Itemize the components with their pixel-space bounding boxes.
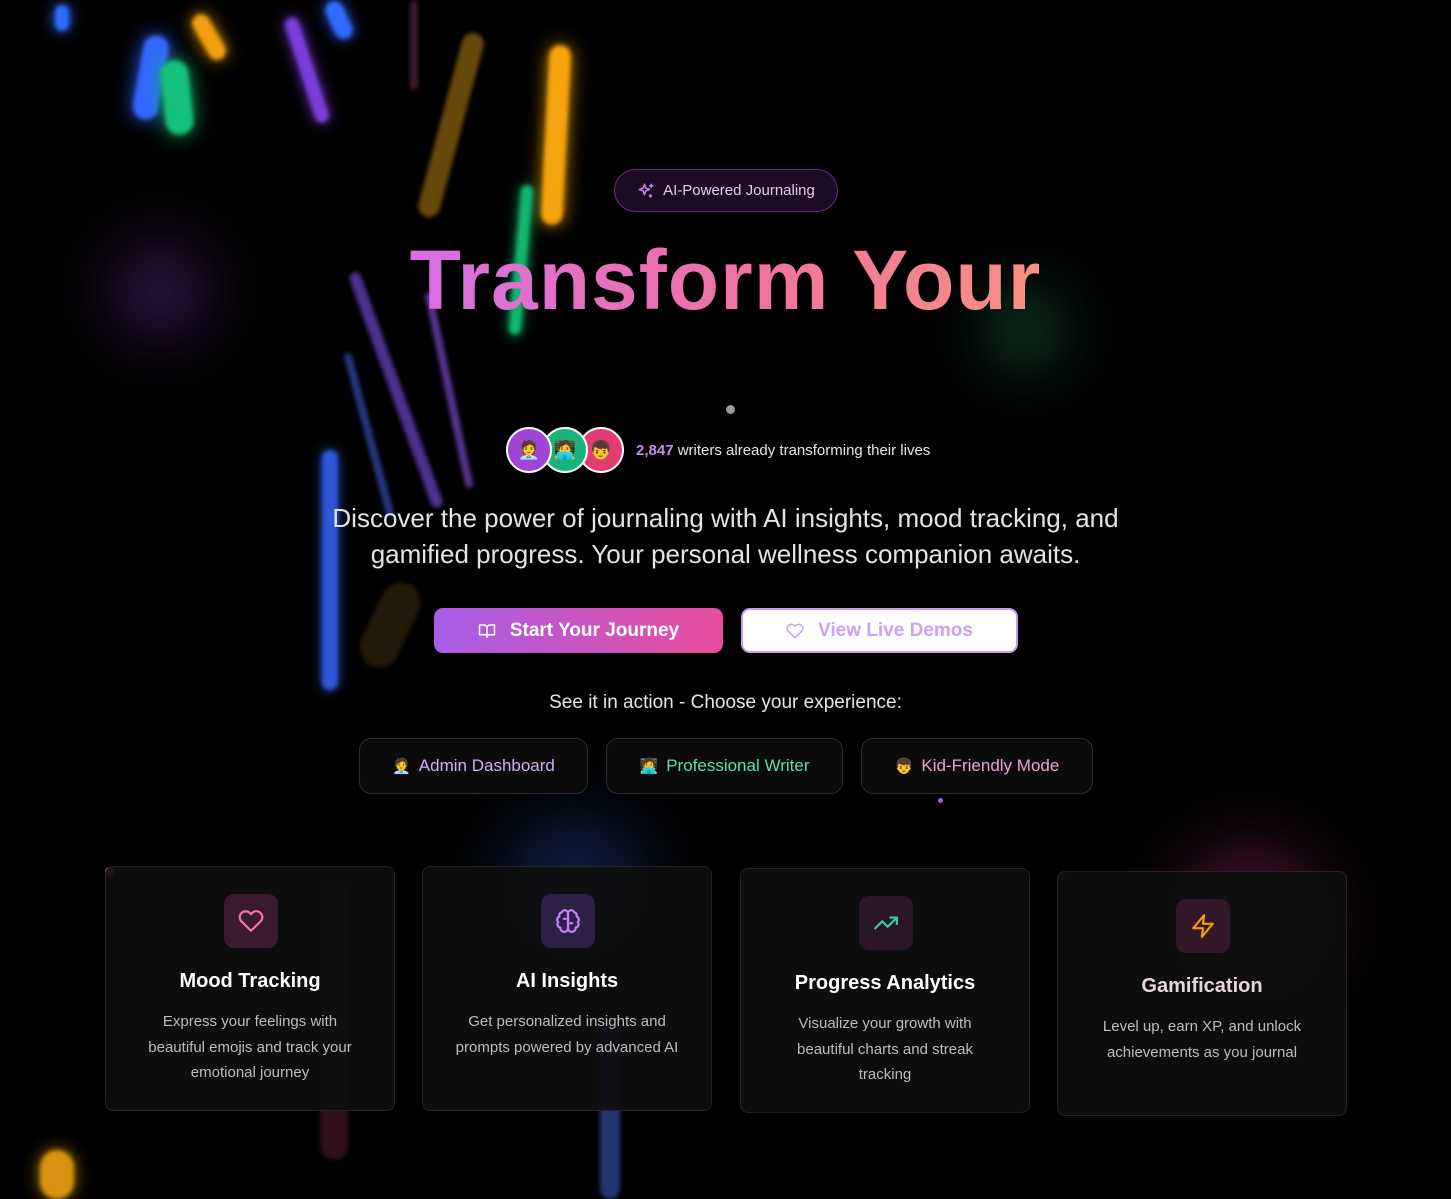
decorative-dot [938, 798, 943, 803]
zap-icon [1192, 914, 1214, 938]
sparkles-icon [638, 183, 654, 198]
professional-writer-button[interactable]: 🧑‍💻 Professional Writer [606, 738, 843, 794]
ai-powered-badge: AI-Powered Journaling [614, 169, 838, 212]
feature-card-progress-analytics: Progress Analytics Visualize your growth… [740, 868, 1030, 1113]
heart-icon [786, 622, 804, 638]
landing-page: AI-Powered Journaling Transform Your 🧑‍💼… [0, 0, 1451, 1199]
feature-description: Get personalized insights and prompts po… [455, 1013, 679, 1056]
writers-count: 2,847 [636, 441, 674, 459]
feature-title: Progress Analytics [794, 972, 976, 994]
view-demos-button[interactable]: View Live Demos [741, 608, 1018, 653]
feature-card-gamification: Gamification Level up, earn XP, and unlo… [1057, 871, 1347, 1116]
experience-prompt: See it in action - Choose your experienc… [549, 692, 902, 713]
badge-label: AI-Powered Journaling [663, 182, 815, 199]
feature-icon-box [859, 896, 913, 950]
feature-card-ai-insights: AI Insights Get personalized insights an… [422, 866, 712, 1111]
feature-description: Visualize your growth with beautiful cha… [797, 1015, 973, 1083]
social-proof: 🧑‍💼 🧑‍💻 👦 2,847 writers already transfor… [506, 427, 930, 473]
professional-writer-label: Professional Writer [666, 756, 810, 775]
avatar: 🧑‍💼 [506, 427, 552, 473]
feature-title: Gamification [1141, 975, 1263, 997]
kid-friendly-label: Kid-Friendly Mode [921, 756, 1060, 775]
start-journey-label: Start Your Journey [509, 619, 680, 641]
feature-icon-box [541, 894, 595, 948]
admin-dashboard-label: Admin Dashboard [418, 756, 555, 775]
view-demos-label: View Live Demos [818, 619, 973, 641]
trending-up-icon [874, 916, 898, 930]
writers-count-text: 2,847 writers already transforming their… [636, 441, 931, 459]
admin-dashboard-button[interactable]: 🧑‍💼 Admin Dashboard [359, 738, 588, 794]
admin-emoji-icon: 🧑‍💼 [392, 758, 411, 775]
feature-description: Level up, earn XP, and unlock achievemen… [1102, 1018, 1302, 1061]
hero-subtitle: Discover the power of journaling with AI… [332, 503, 1119, 569]
feature-title: Mood Tracking [179, 970, 321, 992]
brain-icon [556, 909, 580, 933]
start-journey-button[interactable]: Start Your Journey [434, 608, 723, 653]
feature-card-mood-tracking: Mood Tracking Express your feelings with… [105, 866, 395, 1111]
hero-headline: Transform Your [409, 233, 1042, 327]
heart-icon [238, 910, 264, 932]
feature-icon-box [224, 894, 278, 948]
book-open-icon [478, 623, 496, 638]
kid-friendly-button[interactable]: 👦 Kid-Friendly Mode [861, 738, 1093, 794]
feature-title: AI Insights [515, 970, 619, 992]
indicator-dot [726, 405, 735, 414]
kid-emoji-icon: 👦 [894, 758, 914, 775]
writer-emoji-icon: 🧑‍💻 [639, 758, 659, 775]
feature-description: Express your feelings with beautiful emo… [148, 1013, 352, 1081]
feature-icon-box [1176, 899, 1230, 953]
